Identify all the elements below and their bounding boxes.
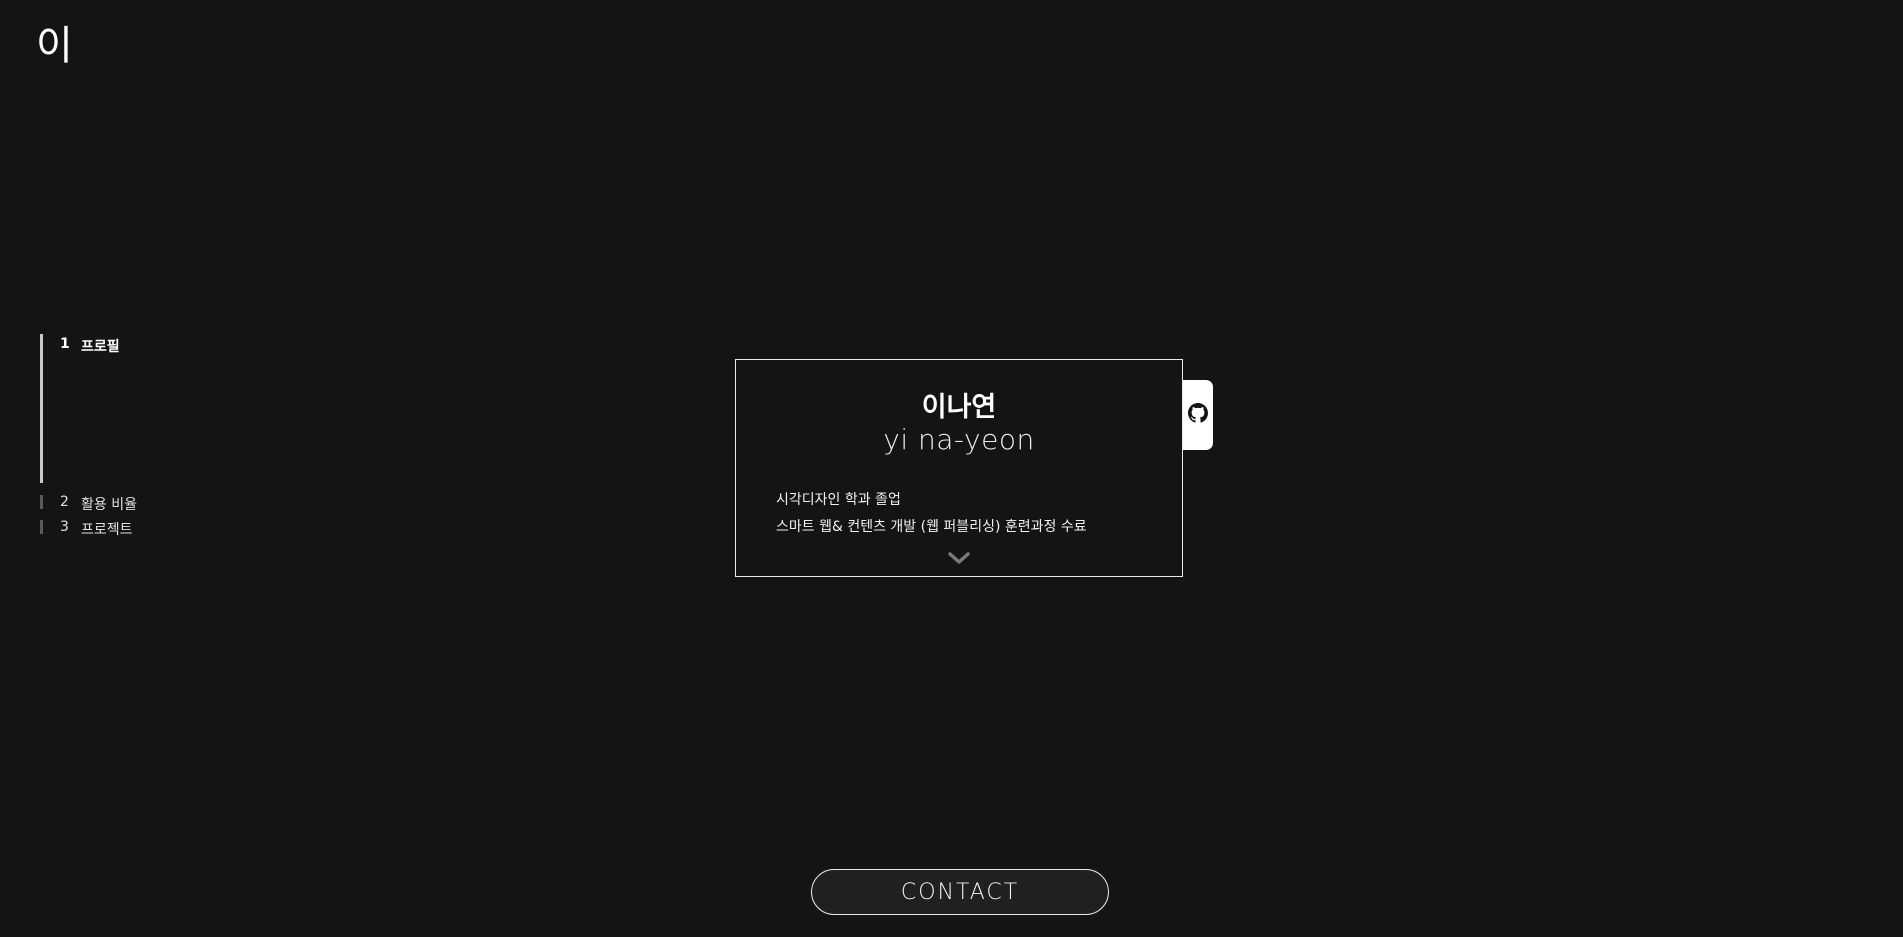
github-link-tab[interactable] <box>1183 380 1213 450</box>
profile-card: 이나연 yi na-yeon 시각디자인 학과 졸업 스마트 웹& 컨텐츠 개발… <box>735 359 1183 577</box>
nav-item-number: 2 <box>60 494 69 510</box>
nav-item-number: 1 <box>60 336 70 352</box>
section-nav: 1 프로필 2 활용 비율 3 프로젝트 <box>40 334 240 538</box>
profile-name-roman: yi na-yeon <box>883 423 1035 456</box>
site-logo[interactable]: 이 <box>36 22 74 70</box>
chevron-down-icon[interactable] <box>947 550 971 564</box>
nav-item-number: 3 <box>60 519 69 535</box>
github-icon <box>1188 403 1208 427</box>
nav-indicator-bar <box>40 520 43 534</box>
profile-education: 시각디자인 학과 졸업 <box>776 492 901 508</box>
nav-indicator-bar <box>40 334 43 483</box>
nav-indicator-bar <box>40 495 43 509</box>
nav-item-projects[interactable]: 3 프로젝트 <box>40 518 240 538</box>
nav-item-label: 프로필 <box>81 339 120 355</box>
profile-training: 스마트 웹& 컨텐츠 개발 (웹 퍼블리싱) 훈련과정 수료 <box>776 519 1087 535</box>
nav-item-profile[interactable]: 1 프로필 <box>40 334 240 484</box>
nav-item-usage-ratio[interactable]: 2 활용 비율 <box>40 493 240 518</box>
profile-name-korean: 이나연 <box>921 392 997 423</box>
nav-item-label: 활용 비율 <box>81 497 137 513</box>
contact-button[interactable]: CONTACT <box>811 869 1109 915</box>
nav-item-label: 프로젝트 <box>81 522 133 538</box>
